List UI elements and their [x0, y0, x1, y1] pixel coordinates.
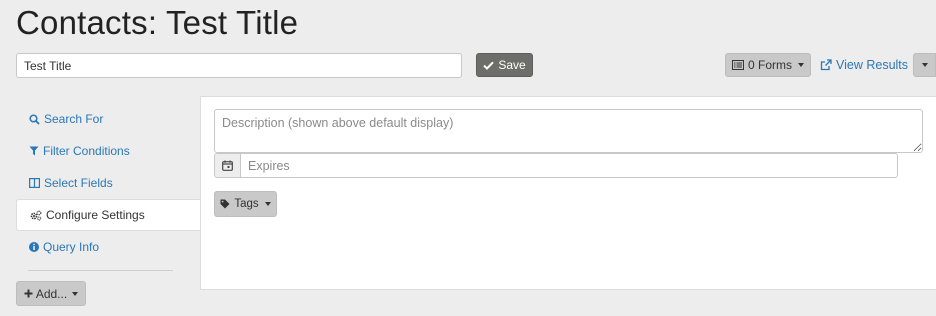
sidebar-nav: Search For Filter Conditions Select Fiel… [16, 103, 202, 263]
info-icon [29, 242, 39, 252]
list-alt-icon [731, 60, 744, 70]
search-icon [29, 113, 40, 125]
check-icon [483, 61, 495, 70]
sidebar-item-query-info[interactable]: Query Info [16, 231, 201, 263]
add-button-label: Add... [35, 286, 68, 301]
page-title: Contacts: Test Title [16, 4, 299, 41]
save-button-label: Save [498, 58, 526, 72]
sidebar-item-label: Configure Settings [46, 208, 145, 222]
save-button[interactable]: Save [476, 53, 533, 77]
calendar-button[interactable] [214, 153, 241, 178]
description-textarea[interactable] [214, 109, 923, 153]
chevron-down-icon [264, 202, 271, 206]
forms-dropdown-button[interactable]: 0 Forms [725, 53, 811, 77]
plus-icon [24, 289, 33, 298]
sidebar-item-label: Search For [44, 112, 104, 126]
tags-dropdown-button[interactable]: Tags [214, 191, 277, 217]
sidebar-item-label: Filter Conditions [43, 144, 130, 158]
chevron-down-icon [921, 63, 928, 67]
query-title-input[interactable] [16, 53, 462, 78]
sidebar-item-label: Query Info [43, 240, 100, 254]
filter-icon [29, 146, 39, 156]
chevron-down-icon [72, 291, 79, 296]
cogs-icon [30, 210, 42, 221]
sidebar-item-configure-settings[interactable]: Configure Settings [16, 199, 202, 231]
configure-settings-panel: Tags [200, 96, 936, 290]
view-results-link[interactable]: View Results [820, 53, 908, 77]
sidebar-item-filter-conditions[interactable]: Filter Conditions [16, 135, 201, 167]
expires-input-group [214, 153, 898, 178]
tag-icon [220, 199, 230, 209]
view-results-label: View Results [836, 58, 909, 72]
external-link-icon [820, 59, 832, 71]
columns-icon [29, 178, 40, 188]
add-dropdown-button[interactable]: Add... [16, 281, 86, 306]
forms-button-label: 0 Forms [747, 58, 792, 72]
chevron-down-icon [798, 63, 804, 67]
sidebar-item-select-fields[interactable]: Select Fields [16, 167, 201, 199]
view-results-dropdown-toggle[interactable] [913, 53, 936, 77]
sidebar-item-search-for[interactable]: Search For [16, 103, 201, 135]
sidebar-divider [28, 270, 173, 271]
expires-field[interactable] [241, 153, 898, 178]
tags-button-label: Tags [234, 198, 259, 210]
sidebar-item-label: Select Fields [44, 176, 113, 190]
calendar-icon [222, 160, 233, 171]
